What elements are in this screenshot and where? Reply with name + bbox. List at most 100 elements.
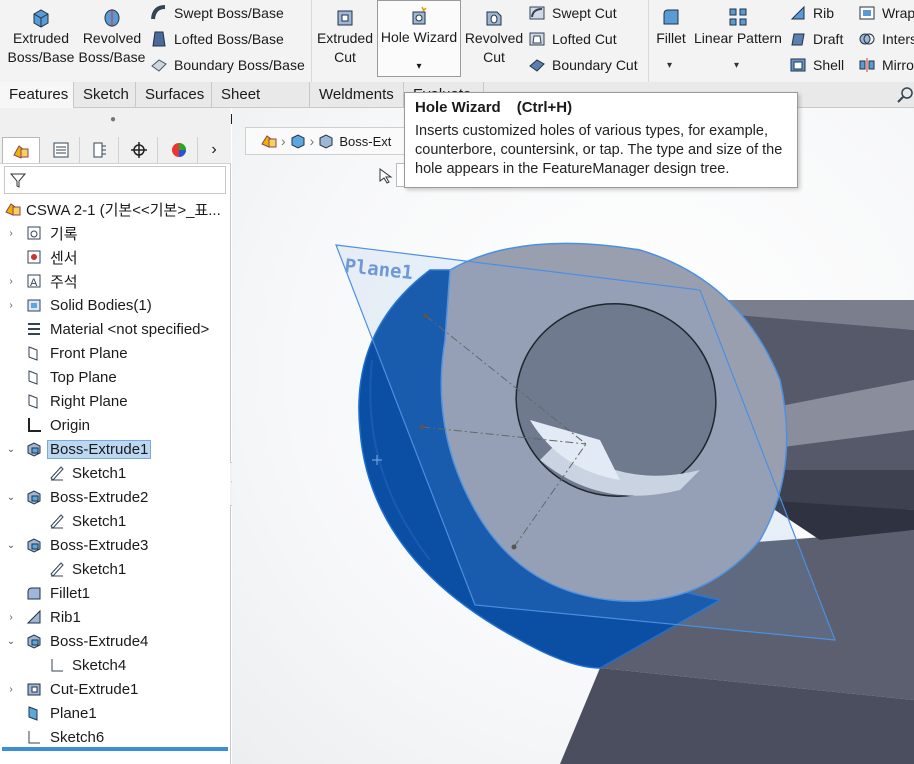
tab-configuration-manager[interactable]: [81, 137, 119, 163]
lofted-boss-button[interactable]: Lofted Boss/Base: [150, 30, 284, 48]
tree-item-label: Fillet1: [50, 584, 91, 602]
tab-surfaces[interactable]: Surfaces: [136, 82, 212, 108]
swept-cut-button[interactable]: Swept Cut: [528, 4, 617, 22]
tree-filter[interactable]: [4, 166, 226, 194]
intersect-button[interactable]: Inters: [858, 30, 914, 48]
hole-wizard-dropdown[interactable]: ▾: [377, 58, 461, 77]
shell-button[interactable]: Shell: [789, 56, 844, 74]
display-manager-icon: [171, 143, 186, 157]
tree-item[interactable]: Plane1: [0, 701, 231, 725]
expand-chevron-icon[interactable]: ›: [5, 612, 17, 623]
tab-sketch[interactable]: Sketch: [74, 82, 136, 108]
tree-root[interactable]: CSWA 2-1 (기본<<기본>_표...: [0, 197, 231, 221]
panel-tabs-more-icon[interactable]: ›: [199, 137, 229, 163]
tree-item[interactable]: 센서: [0, 245, 231, 269]
collapse-chevron-icon[interactable]: ⌄: [5, 540, 17, 551]
tree-item-label: Boss-Extrude1: [47, 439, 152, 459]
extruded-cut-button[interactable]: Extruded Cut: [314, 6, 376, 67]
tab-dimxpert-manager[interactable]: [120, 137, 158, 163]
feature-manager-icon: [13, 144, 29, 159]
panel-grip[interactable]: ●: [0, 108, 231, 136]
tree-item-label: Sketch1: [72, 560, 127, 578]
expand-chevron-icon[interactable]: ›: [5, 228, 17, 239]
hole-wizard-tooltip: Hole Wizard (Ctrl+H) Inserts customized h…: [404, 92, 798, 188]
tab-sheet-metal[interactable]: Sheet Metal: [212, 82, 310, 128]
zoom-to-fit-icon[interactable]: [896, 86, 914, 104]
graphics-area[interactable]: Plane1: [232, 108, 914, 764]
tooltip-title: Hole Wizard (Ctrl+H): [415, 99, 573, 116]
collapse-chevron-icon[interactable]: ⌄: [5, 444, 17, 455]
tree-item[interactable]: Sketch4: [0, 653, 231, 677]
breadcrumb[interactable]: › › Boss-Ext: [245, 127, 415, 155]
plane-icon: [28, 370, 38, 385]
tab-display-manager[interactable]: [160, 137, 198, 163]
ribbon-separator: [648, 0, 649, 82]
fillet-dropdown[interactable]: ▾: [667, 60, 672, 71]
tab-features[interactable]: Features: [0, 82, 74, 108]
extruded-boss-button[interactable]: Extruded Boss/Base: [8, 6, 74, 67]
boundary-cut-button[interactable]: Boundary Cut: [528, 56, 638, 74]
revolved-cut-icon: [486, 11, 502, 26]
tree-item[interactable]: Origin: [0, 413, 231, 437]
tree-item[interactable]: › 기록: [0, 221, 231, 245]
tree-item[interactable]: ⌄ Boss-Extrude1: [0, 437, 231, 461]
tree-item-label: Sketch4: [72, 656, 127, 674]
tab-feature-manager[interactable]: [2, 137, 40, 163]
tree-item[interactable]: Material <not specified>: [0, 317, 231, 341]
cursor-arrow-icon[interactable]: [376, 166, 396, 186]
sketch-icon: [50, 562, 64, 577]
extrude-feature-icon: [27, 538, 41, 553]
expand-chevron-icon[interactable]: ›: [5, 276, 17, 287]
tree-item[interactable]: › Cut-Extrude1: [0, 677, 231, 701]
boundary-cut-icon: [529, 59, 545, 72]
tooltip-body: Inserts customized holes of various type…: [415, 123, 783, 177]
tree-item[interactable]: Right Plane: [0, 389, 231, 413]
lofted-cut-button[interactable]: Lofted Cut: [528, 30, 617, 48]
tree-item[interactable]: ⌄ Boss-Extrude4: [0, 629, 231, 653]
tree-item[interactable]: Sketch1: [0, 461, 231, 485]
tree-item[interactable]: ⌄ Boss-Extrude3: [0, 533, 231, 557]
tooltip-shortcut: (Ctrl+H): [516, 99, 573, 116]
tree-item[interactable]: Top Plane: [0, 365, 231, 389]
tree-item-label: Sketch1: [72, 512, 127, 530]
tree-item[interactable]: Fillet1: [0, 581, 231, 605]
tree-item[interactable]: › Solid Bodies(1): [0, 293, 231, 317]
tree-item-label: Top Plane: [50, 368, 117, 386]
wrap-button[interactable]: Wrap: [858, 4, 914, 22]
expand-chevron-icon[interactable]: ›: [5, 300, 17, 311]
tree-item[interactable]: Front Plane: [0, 341, 231, 365]
rib-button[interactable]: Rib: [789, 4, 834, 22]
mirror-button[interactable]: Mirro: [858, 56, 914, 74]
tree-item[interactable]: Sketch6: [0, 725, 231, 749]
lofted-cut-icon: [529, 32, 545, 46]
tree-item-label: 센서: [50, 249, 78, 267]
tree-item[interactable]: Sketch1: [0, 509, 231, 533]
lofted-boss-icon: [152, 31, 166, 47]
expand-chevron-icon[interactable]: ›: [5, 684, 17, 695]
fillet-button[interactable]: Fillet: [652, 6, 690, 48]
tree-item[interactable]: › Rib1: [0, 605, 231, 629]
command-manager: Extruded Boss/Base Revolved Boss/Base Sw…: [0, 0, 914, 82]
tab-weldments[interactable]: Weldments: [310, 82, 404, 108]
hole-wizard-label-group[interactable]: Hole Wizard: [378, 5, 460, 47]
boundary-boss-button[interactable]: Boundary Boss/Base: [150, 56, 305, 74]
tree-item[interactable]: Sketch1: [0, 557, 231, 581]
revolved-boss-button[interactable]: Revolved Boss/Base: [79, 6, 145, 67]
draft-button[interactable]: Draft: [789, 30, 843, 48]
tree-item-label: 기록: [50, 225, 78, 243]
feature-manager-panel: ● › CSWA 2-1 (기본<<기본>_표... › 기록 센서 › A 주석 › Sol…: [0, 108, 231, 764]
model-view[interactable]: Plane1: [232, 108, 914, 764]
tree-item[interactable]: ⌄ Boss-Extrude2: [0, 485, 231, 509]
linear-pattern-dropdown[interactable]: ▾: [734, 60, 739, 71]
swept-cut-icon: [529, 6, 545, 20]
tab-property-manager[interactable]: [42, 137, 80, 163]
collapse-chevron-icon[interactable]: ⌄: [5, 492, 17, 503]
revolved-cut-button[interactable]: Revolved Cut: [463, 6, 525, 67]
linear-pattern-button[interactable]: Linear Pattern: [694, 6, 782, 48]
svg-text:A: A: [30, 277, 38, 289]
collapse-chevron-icon[interactable]: ⌄: [5, 636, 17, 647]
extrude-feature-icon: [27, 490, 41, 505]
tree-item[interactable]: › A 주석: [0, 269, 231, 293]
swept-boss-button[interactable]: Swept Boss/Base: [150, 4, 284, 22]
breadcrumb-chevron-icon: ›: [309, 133, 315, 149]
